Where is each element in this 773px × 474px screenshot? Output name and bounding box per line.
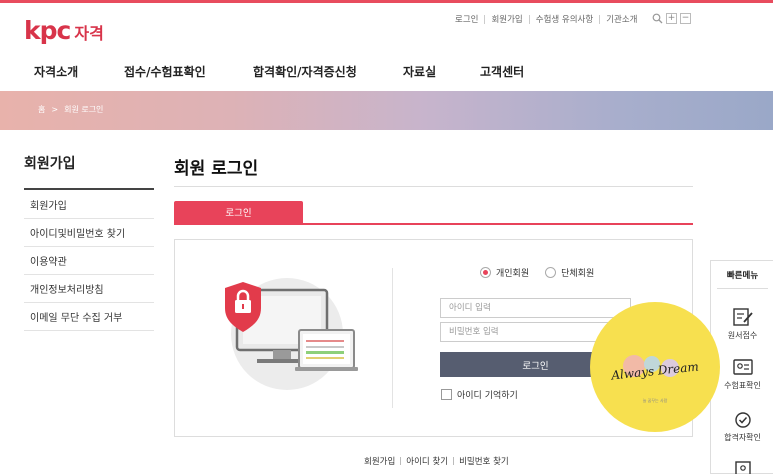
secure-computer-illustration	[225, 278, 358, 390]
quick-item-ticket-label: 수험표확인	[724, 381, 761, 390]
always-dream-sticker: Always Dream 늘 꿈꾸는 사람	[590, 302, 720, 432]
radio-group-dot[interactable]	[545, 267, 557, 278]
site-logo[interactable]: kpc 자격	[24, 16, 104, 45]
page-title: 회원 로그인	[174, 159, 259, 179]
minus-icon[interactable]: −	[680, 13, 691, 24]
sticker-subtitle: 늘 꿈꾸는 사람	[642, 398, 668, 403]
find-password-link[interactable]: 비밀번호 찾기	[459, 455, 509, 467]
quick-item-ticket[interactable]: 수험표확인	[711, 357, 773, 391]
util-divider	[484, 14, 486, 24]
account-links: 회원가입 아이디 찾기 비밀번호 찾기	[364, 455, 509, 467]
sidebar-item-email-refusal[interactable]: 이메일 무단 수집 거부	[24, 303, 154, 331]
radio-personal-dot[interactable]	[480, 267, 491, 278]
find-id-link[interactable]: 아이디 찾기	[406, 455, 448, 467]
sidebar-title: 회원가입	[24, 156, 76, 172]
title-divider	[174, 186, 693, 187]
util-notice-link[interactable]: 수험생 유의사항	[536, 13, 593, 25]
remember-id-checkbox[interactable]	[441, 389, 452, 400]
search-icon[interactable]	[652, 13, 663, 24]
join-link[interactable]: 회원가입	[364, 455, 395, 467]
util-divider	[528, 14, 530, 24]
nav-item-resources[interactable]: 자료실	[403, 63, 436, 80]
main-nav: 자격소개 접수/수험표확인 합격확인/자격증신청 자료실 고객센터	[0, 63, 773, 79]
sidebar-title-underline	[24, 188, 154, 190]
plus-icon[interactable]: +	[666, 13, 677, 24]
member-type-group: 개인회원 단체회원	[480, 266, 610, 279]
sidebar-item-find-account[interactable]: 아이디및비밀번호 찾기	[24, 219, 154, 247]
logo-sub-text: 자격	[74, 24, 104, 43]
breadcrumb-current: 회원 로그인	[64, 105, 104, 114]
breadcrumb-home[interactable]: 홈	[38, 104, 45, 115]
sidebar-item-join[interactable]: 회원가입	[24, 191, 154, 219]
quick-item-document[interactable]	[711, 459, 773, 474]
nav-item-intro[interactable]: 자격소개	[34, 63, 78, 80]
tab-login[interactable]: 로그인	[174, 201, 303, 223]
tab-underline	[174, 223, 693, 225]
remember-id[interactable]: 아이디 기억하기	[441, 388, 518, 401]
radio-personal-label: 개인회원	[496, 269, 530, 279]
nav-item-results[interactable]: 합격확인/자격증신청	[253, 63, 357, 80]
radio-group[interactable]: 단체회원	[545, 266, 594, 279]
sub-visual-banner	[0, 91, 773, 130]
quick-menu-title: 빠른메뉴	[726, 271, 759, 281]
certificate-icon	[734, 412, 751, 428]
form-pen-icon	[732, 308, 753, 326]
util-login-link[interactable]: 로그인	[455, 13, 478, 25]
breadcrumb: 홈 > 회원 로그인	[38, 104, 103, 115]
radio-group-label: 단체회원	[561, 269, 595, 279]
top-accent-line	[0, 0, 773, 3]
util-about-link[interactable]: 기관소개	[606, 13, 637, 25]
id-card-icon	[732, 359, 753, 375]
quick-item-application[interactable]: 원서접수	[711, 307, 773, 341]
remember-id-label: 아이디 기억하기	[457, 391, 518, 401]
breadcrumb-separator: >	[51, 105, 59, 114]
sidebar-item-terms[interactable]: 이용약관	[24, 247, 154, 275]
document-icon	[734, 461, 751, 474]
utility-icons: + −	[652, 13, 691, 24]
link-divider	[400, 457, 402, 465]
quick-item-pass-check-label: 합격자확인	[724, 433, 761, 442]
quick-item-pass-check[interactable]: 합격자확인	[711, 409, 773, 443]
util-join-link[interactable]: 회원가입	[491, 13, 522, 25]
nav-item-application[interactable]: 접수/수험표확인	[124, 63, 206, 80]
logo-kpc-text: kpc	[24, 16, 71, 45]
radio-personal[interactable]: 개인회원	[480, 266, 529, 279]
sidebar-menu: 회원가입 아이디및비밀번호 찾기 이용약관 개인정보처리방침 이메일 무단 수집…	[24, 191, 154, 331]
login-box-divider	[392, 268, 393, 408]
quick-item-application-label: 원서접수	[727, 331, 758, 340]
nav-item-support[interactable]: 고객센터	[480, 63, 524, 80]
sidebar-item-privacy[interactable]: 개인정보처리방침	[24, 275, 154, 303]
quick-menu-divider	[717, 288, 768, 289]
link-divider	[453, 457, 455, 465]
util-divider	[599, 14, 601, 24]
